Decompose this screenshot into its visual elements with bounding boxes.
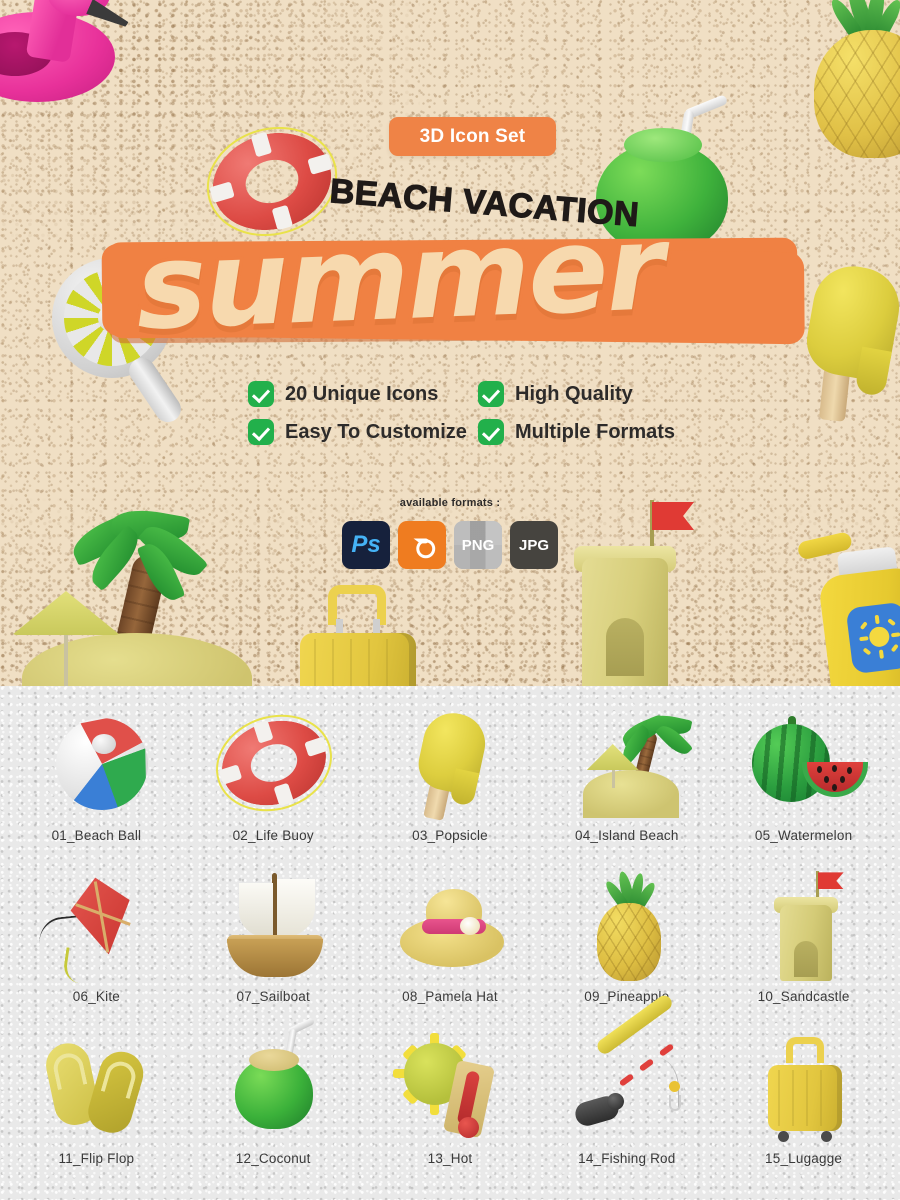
sandcastle-icon bbox=[744, 871, 864, 983]
icon-cell-life-buoy[interactable]: 02_Life Buoy bbox=[185, 700, 362, 861]
feature-list: 20 Unique Icons High Quality Easy To Cus… bbox=[248, 381, 694, 445]
blender-icon bbox=[413, 538, 436, 559]
format-label-png: PNG bbox=[461, 536, 495, 554]
icon-cell-fishing-rod[interactable]: 14_Fishing Rod bbox=[538, 992, 715, 1184]
page-title: summer bbox=[130, 195, 668, 360]
icon-label: 12_Coconut bbox=[235, 1150, 311, 1166]
format-badge-blender[interactable] bbox=[398, 521, 446, 569]
icon-label: 05_Watermelon bbox=[754, 828, 853, 843]
pineapple-icon bbox=[567, 870, 687, 983]
check-icon bbox=[478, 419, 504, 445]
feature-item: 20 Unique Icons bbox=[248, 381, 464, 407]
icon-label: 06_Kite bbox=[72, 989, 120, 1005]
suitcase-icon bbox=[300, 585, 420, 686]
icon-cell-pineapple[interactable]: 09_Pineapple bbox=[538, 861, 715, 1022]
kite-icon bbox=[36, 873, 156, 986]
life-buoy-icon bbox=[203, 700, 345, 826]
title-banner: summer bbox=[106, 195, 800, 360]
coconut-icon bbox=[213, 1016, 333, 1145]
icon-label: 03_Popsicle bbox=[412, 828, 488, 843]
flamingo-float-icon bbox=[0, 0, 175, 105]
icon-label: 15_Lugagge bbox=[765, 1150, 843, 1166]
sailboat-icon bbox=[213, 873, 333, 983]
icon-cell-kite[interactable]: 06_Kite bbox=[8, 861, 185, 1022]
icon-grid-section: 01_Beach Ball 02_Life Buoy 03_Popsicle 0… bbox=[0, 686, 900, 1200]
icon-label: 07_Sailboat bbox=[236, 989, 310, 1005]
watermelon-icon bbox=[744, 712, 868, 822]
format-badge-jpg[interactable]: JPG bbox=[510, 521, 558, 569]
icon-set-badge-label: 3D Icon Set bbox=[419, 125, 526, 147]
feature-label: Easy To Customize bbox=[285, 420, 467, 443]
poster: 3D Icon Set BEACH VACATION summer 20 Uni… bbox=[0, 0, 900, 1200]
icon-label: 14_Fishing Rod bbox=[578, 1150, 676, 1166]
icon-label: 04_Island Beach bbox=[575, 828, 679, 843]
luggage-icon bbox=[744, 1035, 864, 1145]
icon-cell-watermelon[interactable]: 05_Watermelon bbox=[715, 700, 892, 861]
check-icon bbox=[248, 381, 274, 407]
check-icon bbox=[248, 419, 274, 445]
icon-set-badge[interactable]: 3D Icon Set bbox=[389, 117, 556, 156]
icon-cell-luggage[interactable]: 15_Lugagge bbox=[715, 1023, 892, 1184]
icon-label: 01_Beach Ball bbox=[51, 828, 142, 843]
feature-label: High Quality bbox=[515, 382, 633, 405]
format-label-photoshop: Ps bbox=[351, 531, 381, 558]
icon-cell-island-beach[interactable]: 04_Island Beach bbox=[538, 700, 715, 861]
icon-cell-sailboat[interactable]: 07_Sailboat bbox=[185, 861, 362, 1022]
format-badge-png[interactable]: PNG bbox=[454, 521, 502, 569]
format-label-jpg: JPG bbox=[518, 536, 549, 554]
icon-label: 11_Flip Flop bbox=[58, 1150, 135, 1166]
feature-item: High Quality bbox=[478, 381, 694, 407]
icon-cell-coconut[interactable]: 12_Coconut bbox=[185, 1016, 362, 1184]
beach-ball-icon bbox=[36, 712, 156, 822]
island-beach-icon bbox=[567, 711, 693, 822]
icon-grid: 01_Beach Ball 02_Life Buoy 03_Popsicle 0… bbox=[0, 686, 900, 1200]
icon-cell-sandcastle[interactable]: 10_Sandcastle bbox=[715, 861, 892, 1022]
icon-cell-flip-flop[interactable]: 11_Flip Flop bbox=[8, 1023, 185, 1184]
feature-label: 20 Unique Icons bbox=[285, 382, 439, 405]
icon-label: 02_Life Buoy bbox=[232, 828, 314, 843]
icon-cell-hot[interactable]: 13_Hot bbox=[362, 1023, 539, 1184]
icon-label: 10_Sandcastle bbox=[757, 989, 850, 1005]
icon-cell-popsicle[interactable]: 03_Popsicle bbox=[362, 700, 539, 861]
popsicle-icon bbox=[390, 707, 510, 822]
flip-flop-icon bbox=[36, 1035, 156, 1145]
pineapple-icon bbox=[800, 0, 900, 158]
icon-cell-beach-ball[interactable]: 01_Beach Ball bbox=[8, 700, 185, 861]
format-badge-photoshop[interactable]: Ps bbox=[342, 521, 390, 569]
feature-item: Easy To Customize bbox=[248, 419, 467, 445]
formats-row: Ps PNG JPG bbox=[0, 521, 900, 569]
icon-label: 13_Hot bbox=[427, 1150, 473, 1166]
icon-label: 08_Pamela Hat bbox=[402, 989, 498, 1005]
pamela-hat-icon bbox=[390, 873, 510, 983]
fishing-rod-icon bbox=[567, 992, 687, 1145]
check-icon bbox=[478, 381, 504, 407]
feature-label: Multiple Formats bbox=[515, 420, 676, 443]
hero-section: 3D Icon Set BEACH VACATION summer 20 Uni… bbox=[0, 0, 900, 686]
formats-caption: available formats : bbox=[399, 497, 501, 509]
hot-icon bbox=[390, 1032, 510, 1145]
feature-item: Multiple Formats bbox=[478, 419, 694, 445]
icon-cell-pamela-hat[interactable]: 08_Pamela Hat bbox=[362, 861, 539, 1022]
beach-umbrella-icon bbox=[12, 591, 120, 686]
